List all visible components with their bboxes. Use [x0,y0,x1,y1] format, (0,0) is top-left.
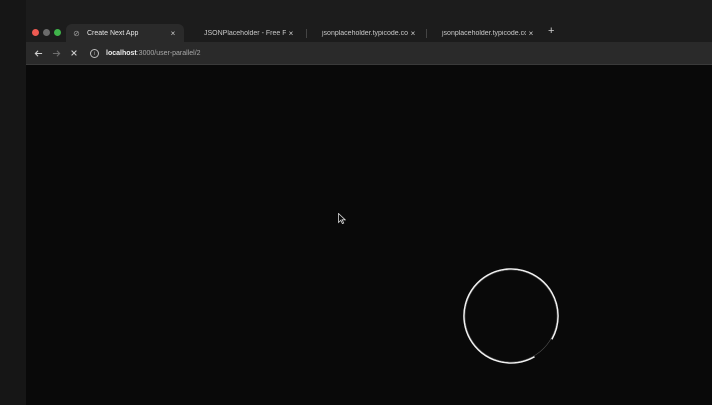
url-path: :3000/user-parallel/2 [136,50,201,57]
tab-jsonplaceholder[interactable]: JSONPlaceholder - Free Fake × [188,24,302,42]
loading-icon: ⊘ [73,28,80,38]
loading-spinner-icon [463,268,559,364]
mouse-cursor-icon [338,213,346,224]
minimize-window-button[interactable] [43,29,50,36]
tab-jsonplaceholder-typicode-1[interactable]: jsonplaceholder.typicode.co × [308,24,424,42]
tab-title: JSONPlaceholder - Free Fake [204,29,286,37]
stop-icon[interactable] [68,47,80,59]
tab-title: jsonplaceholder.typicode.co [442,29,526,37]
url-host: localhost [106,50,137,57]
browser-window: ⊘ Create Next App × JSONPlaceholder - Fr… [26,0,712,405]
tab-close-icon[interactable]: × [168,29,178,38]
tab-separator [306,29,307,38]
desktop-edge [0,0,26,405]
forward-arrow-icon[interactable] [50,47,62,59]
tab-create-next-app[interactable]: ⊘ Create Next App × [66,24,184,42]
tab-close-icon[interactable]: × [526,29,536,38]
tab-jsonplaceholder-typicode-2[interactable]: jsonplaceholder.typicode.co × [428,24,542,42]
tab-title: Create Next App [87,29,139,37]
page-content [26,65,712,405]
address-bar[interactable]: i localhost :3000/user-parallel/2 [86,46,704,61]
close-window-button[interactable] [32,29,39,36]
tab-close-icon[interactable]: × [286,29,296,38]
tab-title: jsonplaceholder.typicode.co [322,29,408,37]
tab-close-icon[interactable]: × [408,29,418,38]
tab-strip: ⊘ Create Next App × JSONPlaceholder - Fr… [26,0,712,42]
tab-separator [426,29,427,38]
new-tab-button[interactable]: + [548,25,554,37]
browser-toolbar: i localhost :3000/user-parallel/2 [26,42,712,65]
maximize-window-button[interactable] [54,29,61,36]
site-info-icon[interactable]: i [90,49,99,58]
back-arrow-icon[interactable] [32,47,44,59]
